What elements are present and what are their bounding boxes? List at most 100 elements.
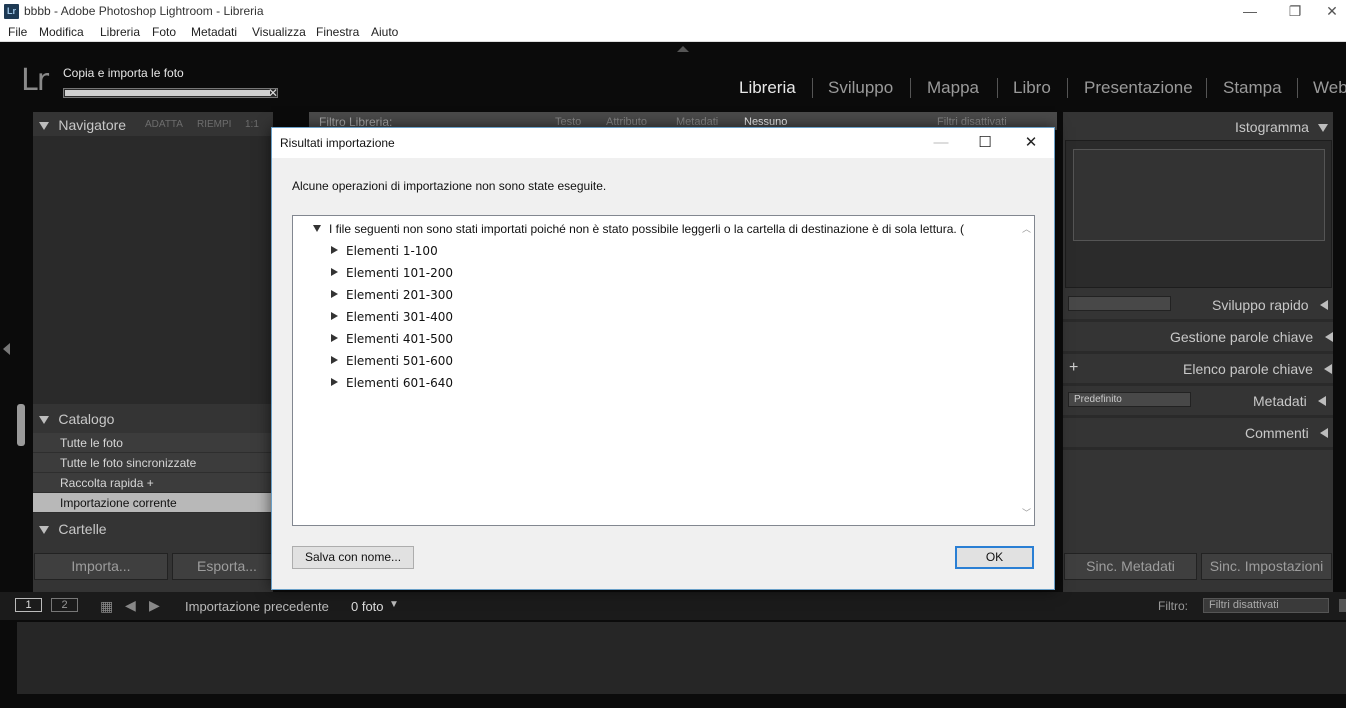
filmstrip-toggle[interactable] — [1339, 599, 1346, 612]
zoom-fill[interactable]: RIEMPI — [197, 119, 231, 130]
metadata-preset-dropdown[interactable]: Predefinito — [1068, 392, 1191, 407]
expand-triangle-icon — [1324, 332, 1333, 342]
tree-item-label: Elementi 201-300 — [346, 288, 453, 302]
keyword-list-title: Elenco parole chiave — [1183, 361, 1313, 377]
menu-finestra[interactable]: Finestra — [316, 25, 359, 39]
tree-item[interactable]: Elementi 1-100 — [331, 244, 438, 258]
cancel-import-icon[interactable]: ✕ — [268, 86, 278, 100]
menu-libreria[interactable]: Libreria — [100, 25, 140, 39]
histogram-graph — [1073, 149, 1325, 241]
add-keyword-icon[interactable]: + — [1069, 359, 1078, 377]
quick-develop-header[interactable]: Sviluppo rapido — [1212, 297, 1328, 313]
menu-aiuto[interactable]: Aiuto — [371, 25, 398, 39]
catalog-item-synced[interactable]: Tutte le foto sincronizzate — [33, 453, 273, 473]
module-separator — [1206, 78, 1207, 98]
navigator-preview — [33, 136, 273, 404]
panel-divider — [1063, 351, 1333, 354]
sync-metadata-button[interactable]: Sinc. Metadati — [1064, 553, 1197, 580]
module-stampa[interactable]: Stampa — [1223, 78, 1282, 98]
tree-item-label: Elementi 601-640 — [346, 376, 453, 390]
module-web[interactable]: Web — [1313, 78, 1346, 98]
collapsed-triangle-icon — [331, 334, 338, 342]
panel-divider — [1063, 415, 1333, 418]
catalog-item-quick-collection[interactable]: Raccolta rapida + — [33, 473, 273, 493]
comments-title: Commenti — [1245, 425, 1309, 441]
next-arrow-icon[interactable]: ▶ — [149, 597, 160, 614]
import-button[interactable]: Importa... — [34, 553, 168, 580]
screen-1-button[interactable]: 1 — [15, 598, 42, 612]
menu-foto[interactable]: Foto — [152, 25, 176, 39]
import-progress-label: Copia e importa le foto — [63, 66, 184, 80]
tree-item[interactable]: Elementi 501-600 — [331, 354, 453, 368]
module-presentazione[interactable]: Presentazione — [1084, 78, 1193, 98]
tree-item[interactable]: Elementi 201-300 — [331, 288, 453, 302]
left-panel-scrollbar[interactable] — [17, 404, 25, 446]
previous-arrow-icon[interactable]: ◀ — [125, 597, 136, 614]
collapse-triangle-icon — [39, 416, 49, 424]
tree-item-label: Elementi 501-600 — [346, 354, 453, 368]
source-label[interactable]: Importazione precedente — [185, 599, 329, 614]
catalog-header[interactable]: Catalogo — [39, 411, 114, 427]
scroll-up-icon[interactable]: ︿ — [1022, 222, 1031, 235]
tree-root-item[interactable]: I file seguenti non sono stati importati… — [313, 222, 964, 236]
module-sviluppo[interactable]: Sviluppo — [828, 78, 893, 98]
photo-count[interactable]: 0 foto — [351, 599, 384, 614]
catalog-item-current-import[interactable]: Importazione corrente — [33, 493, 273, 513]
close-button[interactable]: ✕ — [1318, 0, 1346, 23]
module-separator — [997, 78, 998, 98]
dialog-minimize-icon[interactable]: — — [926, 132, 956, 154]
expand-triangle-icon — [1318, 396, 1327, 406]
filter-dropdown[interactable]: Filtri disattivati — [1203, 598, 1329, 613]
preset-dropdown[interactable] — [1068, 296, 1171, 311]
restore-button[interactable]: ❐ — [1272, 0, 1318, 23]
keyword-list-header[interactable]: Elenco parole chiave — [1183, 361, 1333, 377]
window-title-bar: Lr bbbb - Adobe Photoshop Lightroom - Li… — [0, 0, 1346, 23]
keywording-header[interactable]: Gestione parole chiave — [1170, 329, 1333, 345]
ok-button[interactable]: OK — [955, 546, 1034, 569]
module-libro[interactable]: Libro — [1013, 78, 1051, 98]
catalog-item-all-photos[interactable]: Tutte le foto — [33, 433, 273, 453]
histogram-title: Istogramma — [1235, 119, 1309, 135]
left-panel-toggle-icon[interactable] — [3, 343, 10, 355]
collapse-triangle-icon — [39, 526, 49, 534]
panel-divider — [1063, 383, 1333, 386]
tree-item[interactable]: Elementi 401-500 — [331, 332, 453, 346]
tree-item[interactable]: Elementi 101-200 — [331, 266, 453, 280]
dialog-close-icon[interactable]: ✕ — [1016, 132, 1046, 154]
menu-file[interactable]: File — [8, 25, 27, 39]
collapsed-triangle-icon — [331, 378, 338, 386]
lightroom-app-icon: Lr — [4, 4, 19, 19]
zoom-fit[interactable]: ADATTA — [145, 119, 183, 130]
collapse-triangle-icon — [1318, 124, 1329, 132]
tree-scrollbar[interactable]: ︿ ﹀ — [1018, 216, 1034, 525]
minimize-button[interactable]: — — [1227, 0, 1273, 23]
sync-settings-button[interactable]: Sinc. Impostazioni — [1201, 553, 1332, 580]
save-as-button[interactable]: Salva con nome... — [292, 546, 414, 569]
scroll-down-icon[interactable]: ﹀ — [1022, 506, 1031, 519]
count-dropdown-icon[interactable]: ▼ — [389, 599, 399, 610]
top-panel-toggle-icon[interactable] — [677, 46, 689, 52]
zoom-1-1[interactable]: 1:1 — [245, 119, 259, 130]
navigator-header[interactable]: Navigatore — [39, 117, 126, 133]
menu-modifica[interactable]: Modifica — [39, 25, 84, 39]
histogram-header[interactable]: Istogramma — [1235, 119, 1329, 135]
tree-item[interactable]: Elementi 301-400 — [331, 310, 453, 324]
export-button[interactable]: Esporta... — [172, 553, 282, 580]
module-separator — [1067, 78, 1068, 98]
module-separator — [1297, 78, 1298, 98]
metadata-title: Metadati — [1253, 393, 1307, 409]
screen-2-button[interactable]: 2 — [51, 598, 78, 612]
menu-visualizza[interactable]: Visualizza — [252, 25, 306, 39]
module-libreria[interactable]: Libreria — [739, 78, 796, 98]
dialog-maximize-icon[interactable]: ☐ — [970, 132, 1000, 154]
grid-view-icon[interactable]: ▦ — [100, 598, 113, 615]
tree-item[interactable]: Elementi 601-640 — [331, 376, 453, 390]
comments-header[interactable]: Commenti — [1245, 425, 1329, 441]
folders-header[interactable]: Cartelle — [39, 521, 107, 537]
results-tree: I file seguenti non sono stati importati… — [292, 215, 1035, 526]
collapsed-triangle-icon — [331, 312, 338, 320]
import-progress-bar — [63, 88, 278, 98]
module-mappa[interactable]: Mappa — [927, 78, 979, 98]
metadata-header[interactable]: Metadati — [1253, 393, 1327, 409]
menu-metadati[interactable]: Metadati — [191, 25, 237, 39]
